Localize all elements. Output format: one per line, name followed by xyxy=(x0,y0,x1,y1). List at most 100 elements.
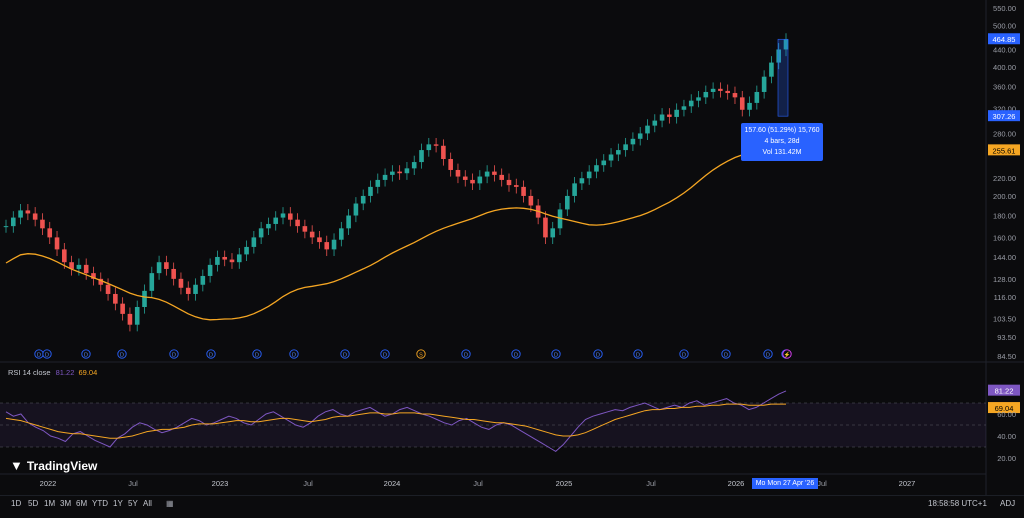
measure-tooltip: 157.60 (51.29%) 15,760 4 bars, 28d Vol 1… xyxy=(741,123,823,161)
rsi-legend: RSI 14 close 81.22 69.04 xyxy=(8,368,97,377)
event-marker-label: D xyxy=(514,353,518,359)
candle xyxy=(521,186,526,196)
range-button-1d[interactable]: 1D xyxy=(11,499,21,508)
candle xyxy=(506,179,512,186)
candle xyxy=(696,97,701,101)
candle xyxy=(164,262,169,269)
range-button-3m[interactable]: 3M xyxy=(60,499,71,508)
measure-line-2: 4 bars, 28d xyxy=(764,138,800,145)
range-button-5y[interactable]: 5Y xyxy=(128,499,138,508)
time-tick-label: 2023 xyxy=(212,479,229,488)
time-tick-label: Jul xyxy=(128,479,138,488)
candle xyxy=(339,228,344,240)
range-button-all[interactable]: All xyxy=(143,499,152,508)
candle xyxy=(149,273,155,291)
candle xyxy=(360,195,366,204)
price-tick-label: 400.00 xyxy=(993,63,1016,72)
candle xyxy=(411,162,417,169)
candle xyxy=(550,228,556,238)
candle xyxy=(317,237,322,243)
price-tick-label: 128.00 xyxy=(993,275,1016,284)
lightning-event-label: ⚡ xyxy=(784,352,791,359)
chart-canvas[interactable]: 550.00500.00440.00400.00360.00320.00280.… xyxy=(0,0,1024,517)
candle xyxy=(185,287,191,294)
candle xyxy=(375,179,381,187)
candle xyxy=(652,120,658,126)
candle xyxy=(382,174,388,180)
time-tick-label: 2026 xyxy=(728,479,745,488)
price-tick-label: 220.00 xyxy=(993,174,1016,183)
candle xyxy=(543,217,548,238)
candle xyxy=(120,303,125,314)
time-tick-label: Jul xyxy=(646,479,656,488)
candle xyxy=(3,226,9,228)
event-marker-label: D xyxy=(120,353,124,359)
candle xyxy=(477,176,483,184)
clock-timezone[interactable]: 18:58:58 UTC+1 xyxy=(928,499,987,508)
candle xyxy=(40,219,45,229)
candle xyxy=(32,213,38,220)
rsi-tick-label: 20.00 xyxy=(997,454,1016,463)
price-tick-label: 103.50 xyxy=(993,314,1016,323)
event-marker-label: D xyxy=(172,353,176,359)
tradingview-logo-icon: ▼ xyxy=(10,458,23,473)
candle xyxy=(441,145,446,159)
price-tick-label: 440.00 xyxy=(993,45,1016,54)
event-marker-label: D xyxy=(596,353,600,359)
range-button-6m[interactable]: 6M xyxy=(76,499,87,508)
price-tick-label: 550.00 xyxy=(993,4,1016,13)
candle xyxy=(390,171,395,175)
candle xyxy=(266,223,271,229)
range-button-1y[interactable]: 1Y xyxy=(113,499,123,508)
candle xyxy=(645,125,650,134)
rsi-value-2: 69.04 xyxy=(78,368,98,377)
candle xyxy=(280,213,286,218)
price-tick-label: 280.00 xyxy=(993,129,1016,138)
tradingview-logo: ▼ TradingView xyxy=(10,458,97,473)
candle xyxy=(113,293,118,304)
candle xyxy=(222,256,227,260)
candle xyxy=(761,76,767,92)
candle xyxy=(499,174,505,180)
rsi-value-tag-label: 81.22 xyxy=(995,387,1014,396)
candle xyxy=(462,176,468,180)
candle xyxy=(769,62,774,77)
candle xyxy=(215,256,220,265)
candle xyxy=(251,237,257,247)
candle xyxy=(667,114,672,117)
event-marker-label: S xyxy=(419,353,423,359)
measure-line-1: 157.60 (51.29%) 15,760 xyxy=(744,127,820,134)
candle xyxy=(368,186,373,196)
price-tick-label: 93.50 xyxy=(997,333,1016,342)
time-tick-label: 2022 xyxy=(40,479,57,488)
candle xyxy=(353,203,359,216)
range-button-ytd[interactable]: YTD xyxy=(92,499,108,508)
candle xyxy=(586,171,592,179)
candle xyxy=(236,254,242,263)
event-marker-label: D xyxy=(724,353,728,359)
candle xyxy=(419,150,424,163)
candle xyxy=(105,284,111,294)
event-marker-label: D xyxy=(464,353,468,359)
candle xyxy=(448,158,453,170)
candle xyxy=(608,154,614,161)
candle xyxy=(83,264,89,274)
candle xyxy=(273,217,279,224)
candle xyxy=(565,195,570,210)
candle xyxy=(10,217,16,227)
candle xyxy=(331,239,337,250)
candle xyxy=(455,169,461,177)
price-tag-label: 307.26 xyxy=(993,112,1016,121)
calendar-icon[interactable]: ▦ xyxy=(166,499,174,508)
adj-toggle[interactable]: ADJ xyxy=(1000,499,1015,508)
candle xyxy=(258,228,264,238)
measure-range-highlight xyxy=(777,38,789,117)
range-button-1m[interactable]: 1M xyxy=(44,499,55,508)
time-tick-label: Jul xyxy=(473,479,483,488)
candle xyxy=(178,278,184,288)
time-tick-label: Jul xyxy=(303,479,313,488)
range-button-5d[interactable]: 5D xyxy=(28,499,38,508)
candle xyxy=(142,290,147,308)
event-marker-label: D xyxy=(84,353,88,359)
candle xyxy=(171,268,176,279)
